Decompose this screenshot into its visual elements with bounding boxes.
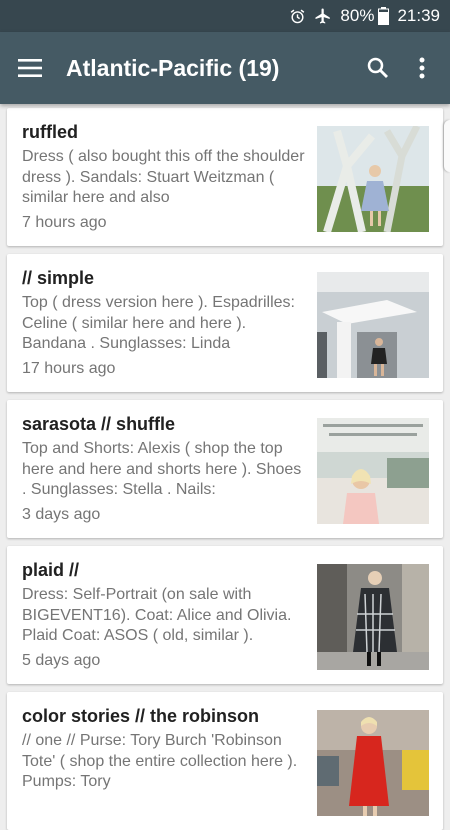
post-time: 5 days ago [22, 651, 101, 669]
airplane-icon [314, 7, 332, 25]
post-card[interactable]: sarasota // shuffle Top and Shorts: Alex… [7, 400, 443, 538]
search-icon [367, 57, 388, 78]
hamburger-menu-icon [18, 59, 42, 77]
post-title: color stories // the robinson [22, 706, 260, 726]
battery-icon [378, 7, 390, 25]
post-description: // one // Purse: Tory Burch 'Robinson To… [22, 732, 298, 790]
post-time: 7 hours ago [22, 213, 107, 231]
app-bar: Atlantic-Pacific (19) [0, 32, 450, 104]
page-title: Atlantic-Pacific (19) [66, 54, 280, 81]
post-title: ruffled [22, 122, 78, 142]
post-thumbnail[interactable] [317, 272, 429, 378]
post-card[interactable]: plaid // Dress: Self-Portrait (on sale w… [7, 546, 443, 684]
edge-panel-handle[interactable] [444, 120, 450, 172]
post-thumbnail[interactable] [317, 710, 429, 816]
post-title: // simple [22, 268, 95, 288]
post-card[interactable]: color stories // the robinson // one // … [7, 692, 443, 830]
post-thumbnail[interactable] [317, 126, 429, 232]
more-vert-icon [419, 57, 425, 79]
post-card[interactable]: ruffled Dress ( also bought this off the… [7, 108, 443, 246]
post-title: sarasota // shuffle [22, 414, 176, 434]
search-button[interactable] [354, 32, 402, 104]
menu-button[interactable] [0, 32, 60, 104]
overflow-menu-button[interactable] [402, 32, 442, 104]
clock: 21:39 [397, 6, 440, 25]
post-time: 17 hours ago [22, 359, 116, 377]
post-description: Top and Shorts: Alexis ( shop the top he… [22, 440, 302, 498]
post-thumbnail[interactable] [317, 418, 429, 524]
status-bar: 80% 21:39 [0, 0, 450, 32]
post-list: ruffled Dress ( also bought this off the… [0, 104, 450, 830]
post-thumbnail[interactable] [317, 564, 429, 670]
post-time: 3 days ago [22, 505, 101, 523]
post-description: Top ( dress version here ). Espadrilles:… [22, 294, 295, 352]
battery-percent: 80% [340, 6, 375, 25]
post-description: Dress: Self-Portrait (on sale with BIGEV… [22, 586, 292, 644]
post-description: Dress ( also bought this off the shoulde… [22, 148, 305, 206]
alarm-icon [289, 8, 306, 25]
post-title: plaid // [22, 560, 80, 580]
post-card[interactable]: // simple Top ( dress version here ). Es… [7, 254, 443, 392]
